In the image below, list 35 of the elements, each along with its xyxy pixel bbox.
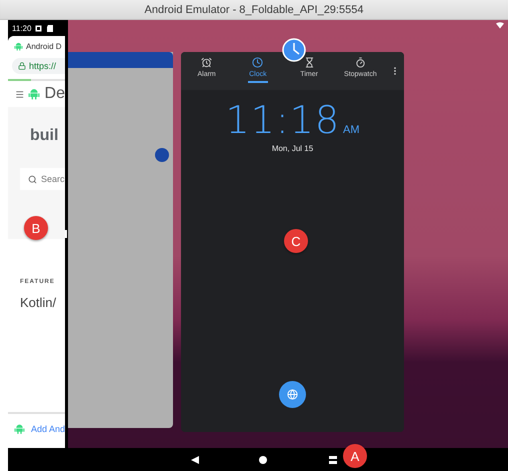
clock-app-icon[interactable] bbox=[282, 38, 306, 62]
back-button[interactable] bbox=[191, 456, 199, 464]
globe-button[interactable] bbox=[279, 381, 306, 408]
status-time: 11:20 bbox=[12, 24, 32, 32]
tab-icon bbox=[354, 57, 366, 68]
app-preview-card[interactable] bbox=[68, 52, 173, 428]
search-icon bbox=[28, 174, 37, 184]
url-field[interactable]: https:// bbox=[12, 58, 65, 74]
window-title: Android Emulator - 8_Foldable_API_29:5554 bbox=[144, 4, 364, 16]
tab-icon bbox=[201, 57, 212, 68]
android-icon bbox=[14, 42, 23, 50]
notification-icon bbox=[35, 24, 42, 32]
annotation-badge: A bbox=[343, 444, 367, 468]
clock-time: 11:18 bbox=[225, 98, 340, 142]
tab-icon bbox=[252, 57, 264, 68]
browser-tab[interactable]: Android D bbox=[26, 42, 62, 50]
site-title: De bbox=[44, 85, 65, 103]
sd-card-icon bbox=[46, 24, 54, 32]
hero-heading: buil bbox=[30, 127, 58, 145]
tab-icon bbox=[304, 57, 315, 68]
clock-date: Mon, Jul 15 bbox=[272, 144, 314, 153]
recents-button[interactable] bbox=[329, 456, 337, 464]
section-title: Kotlin/ bbox=[20, 295, 56, 310]
split-handle[interactable] bbox=[65, 230, 67, 238]
wifi-icon bbox=[496, 22, 506, 29]
menu-icon[interactable] bbox=[15, 88, 24, 100]
globe-icon bbox=[287, 389, 298, 400]
home-button[interactable] bbox=[259, 456, 267, 464]
android-icon bbox=[14, 423, 25, 435]
search-field[interactable]: Searc bbox=[20, 168, 65, 190]
footer-link[interactable]: Add And bbox=[30, 424, 65, 434]
clock-period: AM bbox=[343, 124, 360, 136]
lock-icon bbox=[18, 62, 26, 70]
add-button bbox=[155, 148, 169, 162]
android-icon bbox=[28, 87, 41, 101]
